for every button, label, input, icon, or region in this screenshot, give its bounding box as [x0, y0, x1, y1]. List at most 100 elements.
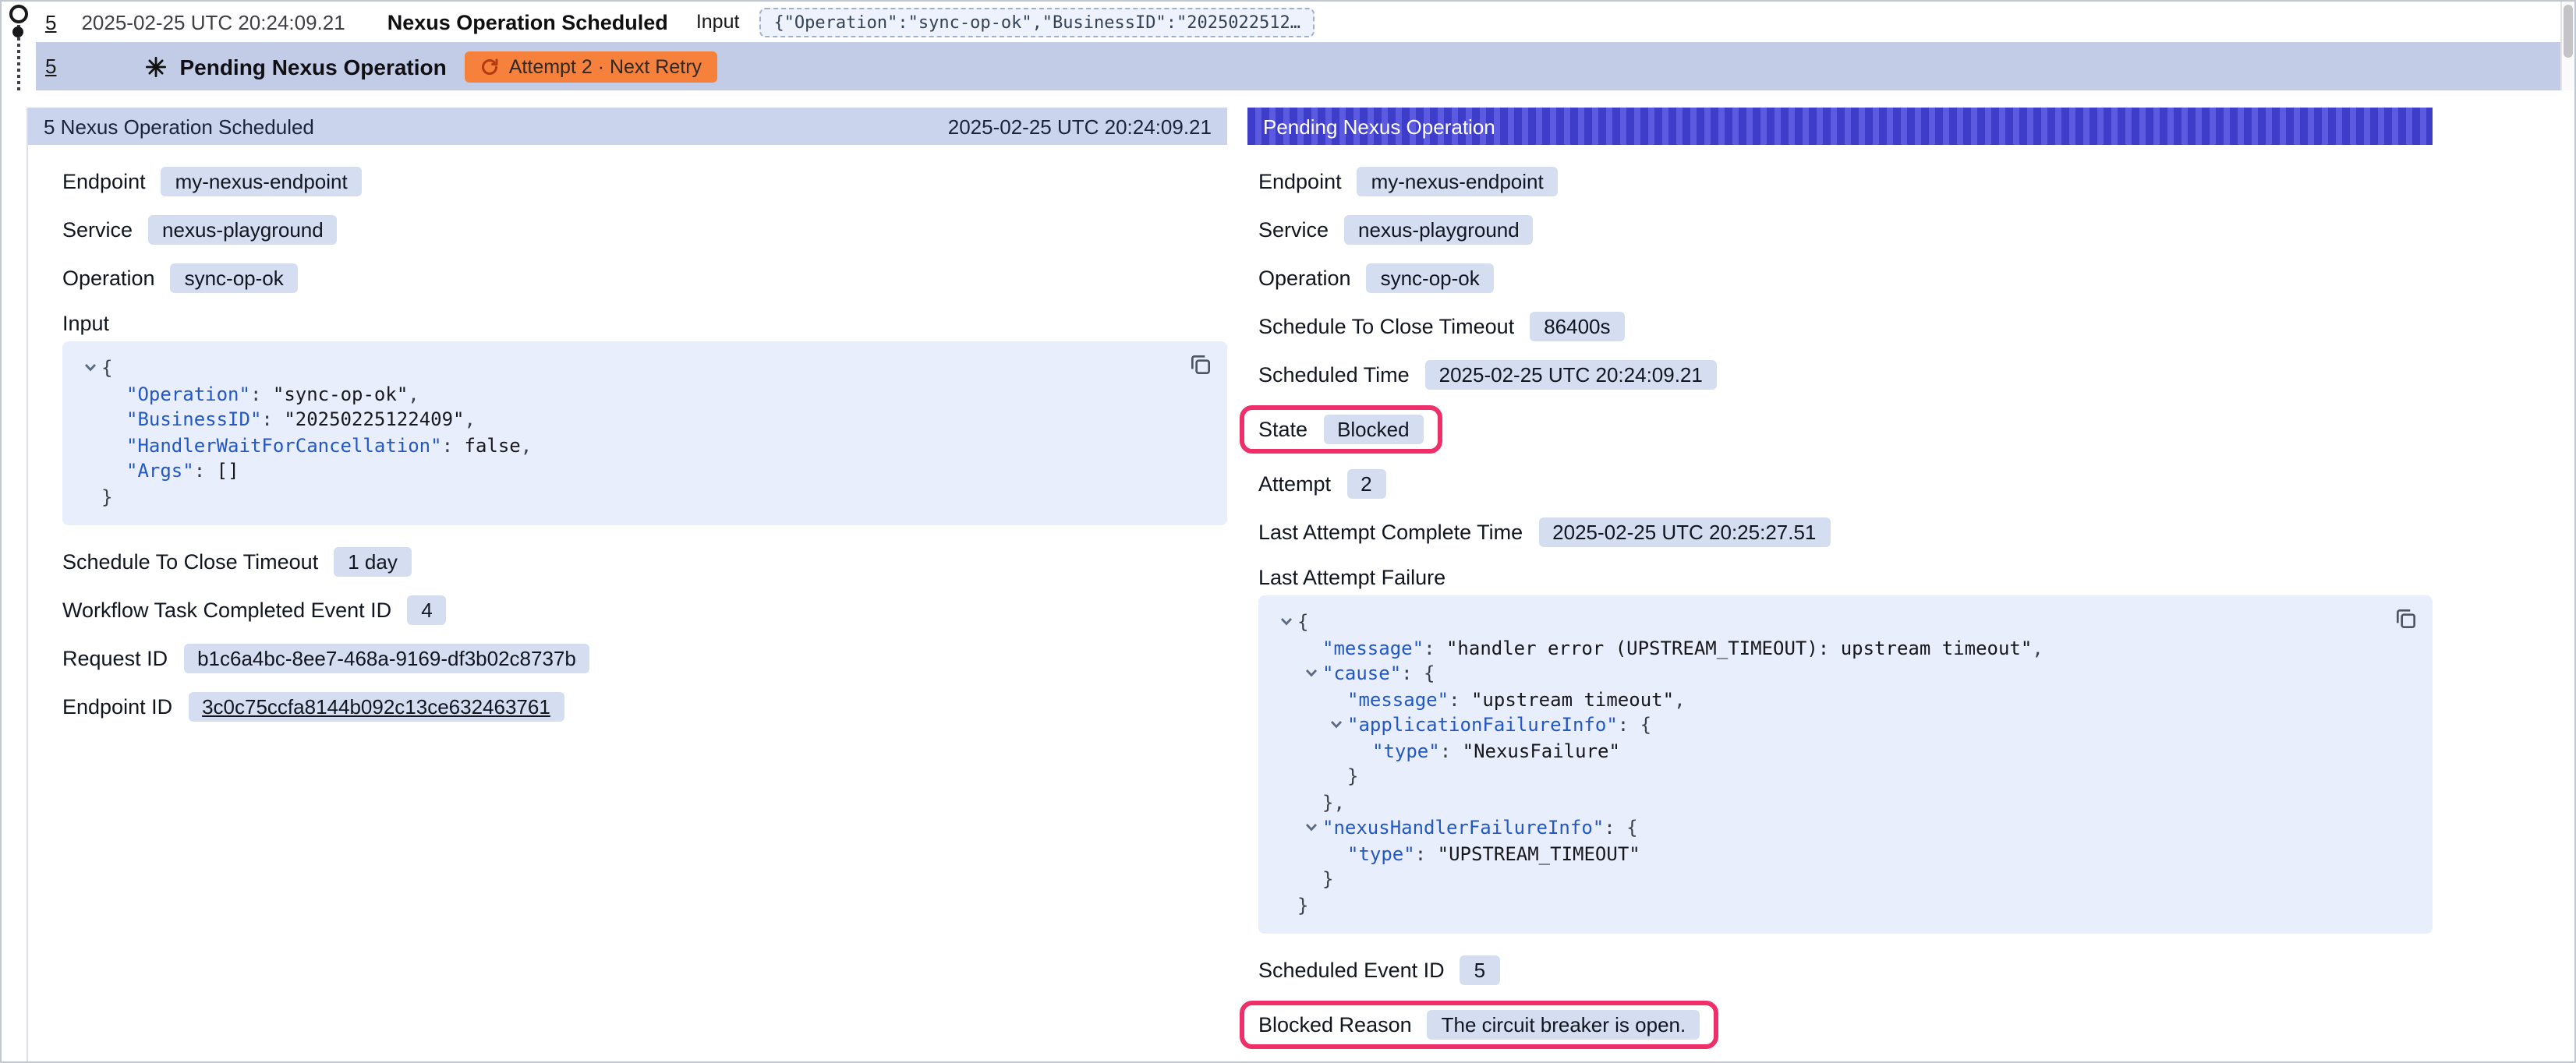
- field-label: Last Attempt Complete Time: [1258, 521, 1523, 544]
- scrollbar[interactable]: [2560, 2, 2574, 90]
- field-row-workflow-task-completed-event-id: Workflow Task Completed Event ID4: [62, 592, 1227, 628]
- timeline-rows: 5 2025-02-25 UTC 20:24:09.21 Nexus Opera…: [2, 2, 2574, 90]
- code-line: "type": "UPSTREAM_TIMEOUT": [1268, 841, 2414, 867]
- field-value: sync-op-ok: [1367, 263, 1494, 293]
- right-fields-top: Endpointmy-nexus-endpoint Service nexus-pl…: [1258, 164, 2433, 550]
- field-label: State: [1258, 418, 1307, 441]
- field-row-service: Service nexus-playground: [62, 212, 1227, 248]
- field-value: 1 day: [334, 547, 412, 577]
- left-event-panel: 5 Nexus Operation Scheduled 2025-02-25 U…: [27, 108, 1227, 1061]
- field-row-endpoint: Endpointmy-nexus-endpoint: [1258, 164, 2433, 200]
- field-row-scheduled-event-id: Scheduled Event ID 5: [1258, 952, 2433, 988]
- input-preview-chip[interactable]: {"Operation":"sync-op-ok","BusinessID":"…: [759, 7, 1315, 37]
- code-line: "message": "upstream timeout",: [1268, 687, 2414, 712]
- left-panel-body: Endpoint my-nexus-endpoint Service nexus-pl…: [28, 145, 1227, 725]
- code-line: "message": "handler error (UPSTREAM_TIME…: [1268, 635, 2414, 661]
- field-label: Service: [1258, 218, 1329, 242]
- event-row-nexus-operation-scheduled[interactable]: 5 2025-02-25 UTC 20:24:09.21 Nexus Opera…: [36, 2, 2574, 42]
- right-panel-body: Endpointmy-nexus-endpoint Service nexus-pl…: [1247, 145, 2433, 1049]
- code-line: "Args": []: [72, 458, 1208, 484]
- copy-button[interactable]: [2394, 606, 2419, 631]
- field-label: Blocked Reason: [1258, 1013, 1412, 1037]
- field-row-attempt: Attempt 2: [1258, 466, 2433, 502]
- event-title: Nexus Operation Scheduled: [387, 10, 668, 34]
- retry-badge: Attempt 2 · Next Retry: [465, 51, 717, 82]
- field-value: 2: [1346, 469, 1385, 499]
- failure-json-lines: {"message": "handler error (UPSTREAM_TIM…: [1268, 609, 2414, 918]
- field-row-state: State Blocked: [1258, 405, 2433, 454]
- field-value: my-nexus-endpoint: [161, 167, 362, 196]
- field-label: Operation: [1258, 267, 1351, 290]
- field-label: Workflow Task Completed Event ID: [62, 599, 391, 622]
- collapse-chevron-icon[interactable]: [1299, 821, 1322, 836]
- scrollbar-thumb[interactable]: [2564, 5, 2573, 58]
- code-line: "applicationFailureInfo": {: [1268, 712, 2414, 738]
- field-label: Scheduled Event ID: [1258, 959, 1445, 982]
- event-timestamp: 2025-02-25 UTC 20:24:09.21: [81, 10, 345, 34]
- failure-section-label: Last Attempt Failure: [1258, 566, 2433, 589]
- field-label: Endpoint ID: [62, 695, 172, 719]
- collapse-chevron-icon[interactable]: [78, 361, 101, 376]
- copy-button[interactable]: [1188, 352, 1213, 377]
- code-line: "BusinessID": "20250225122409",: [72, 407, 1208, 433]
- field-row-request-id: Request IDb1c6a4bc-8ee7-468a-9169-df3b02…: [62, 641, 1227, 676]
- field-value: b1c6a4bc-8ee7-468a-9169-df3b02c8737b: [183, 644, 590, 673]
- field-row-last-attempt-complete-time: Last Attempt Complete Time 2025-02-25 UTC…: [1258, 514, 2433, 550]
- field-value: 5: [1460, 955, 1499, 985]
- field-row-operation: Operationsync-op-ok: [62, 260, 1227, 296]
- copy-icon: [1188, 352, 1213, 377]
- collapse-chevron-icon[interactable]: [1299, 666, 1322, 682]
- code-line: {: [72, 355, 1208, 381]
- field-label: Schedule To Close Timeout: [62, 550, 318, 574]
- field-value: nexus-playground: [148, 215, 338, 245]
- timeline-node-circle-icon: [9, 5, 28, 23]
- input-json-viewer: {"Operation": "sync-op-ok","BusinessID":…: [62, 341, 1227, 525]
- field-row-endpoint: Endpoint my-nexus-endpoint: [62, 164, 1227, 200]
- collapse-chevron-icon[interactable]: [1274, 615, 1297, 630]
- field-row-schedule-to-close-timeout: Schedule To Close Timeout86400s: [1258, 309, 2433, 344]
- right-pending-panel: Pending Nexus Operation Endpointmy-nexus…: [1247, 108, 2433, 1061]
- left-fields-bottom: Schedule To Close Timeout 1 day Workflow T…: [62, 544, 1227, 725]
- field-label: Operation: [62, 267, 155, 290]
- input-json-lines: {"Operation": "sync-op-ok","BusinessID":…: [72, 355, 1208, 510]
- panel-header-title: 5 Nexus Operation Scheduled: [44, 115, 314, 138]
- pending-title: Pending Nexus Operation: [179, 54, 446, 79]
- highlight-box-state: State Blocked: [1240, 405, 1442, 454]
- code-line: },: [1268, 789, 2414, 815]
- event-id-link[interactable]: 5: [45, 10, 56, 34]
- code-line: "Operation": "sync-op-ok",: [72, 381, 1208, 407]
- field-label: Scheduled Time: [1258, 363, 1410, 387]
- asterisk-icon: [145, 55, 167, 77]
- field-label: Schedule To Close Timeout: [1258, 315, 1514, 338]
- field-row-service: Service nexus-playground: [1258, 212, 2433, 248]
- code-line: }: [1268, 764, 2414, 789]
- code-line: }: [72, 484, 1208, 510]
- field-value: Blocked: [1323, 415, 1424, 444]
- collapse-chevron-icon[interactable]: [1324, 718, 1347, 733]
- pending-id-link[interactable]: 5: [45, 55, 56, 78]
- pending-nexus-operation-row[interactable]: 5 Pending Nexus Operation Attempt 2 · Ne…: [36, 42, 2574, 90]
- field-value: nexus-playground: [1344, 215, 1534, 245]
- field-label: Endpoint: [62, 170, 146, 193]
- timeline-node-dot-icon: [12, 26, 23, 37]
- field-row-operation: Operation sync-op-ok: [1258, 260, 2433, 296]
- input-label: Input: [696, 11, 740, 33]
- field-value-link[interactable]: 3c0c75ccfa8144b092c13ce632463761: [188, 692, 564, 722]
- code-line: "cause": {: [1268, 661, 2414, 687]
- field-label: Service: [62, 218, 133, 242]
- field-row-schedule-to-close-timeout: Schedule To Close Timeout 1 day: [62, 544, 1227, 580]
- field-value: The circuit breaker is open.: [1428, 1010, 1700, 1040]
- event-history-view: 5 2025-02-25 UTC 20:24:09.21 Nexus Opera…: [0, 0, 2576, 1063]
- field-value: 2025-02-25 UTC 20:25:27.51: [1538, 517, 1830, 547]
- input-section-label: Input: [62, 312, 1227, 335]
- pending-panel-header: Pending Nexus Operation: [1247, 108, 2433, 145]
- left-panel-header: 5 Nexus Operation Scheduled 2025-02-25 U…: [28, 108, 1227, 145]
- left-fields-top: Endpoint my-nexus-endpoint Service nexus-pl…: [62, 164, 1227, 296]
- retry-badge-label: Attempt 2 · Next Retry: [509, 55, 702, 77]
- panel-header-time: 2025-02-25 UTC 20:24:09.21: [948, 115, 1212, 138]
- field-label: Attempt: [1258, 472, 1331, 496]
- field-row-scheduled-time: Scheduled Time2025-02-25 UTC 20:24:09.21: [1258, 357, 2433, 393]
- highlight-box-blocked-reason: Blocked Reason The circuit breaker is ope…: [1240, 1001, 1718, 1049]
- copy-icon: [2394, 606, 2419, 631]
- code-line: "type": "NexusFailure": [1268, 738, 2414, 764]
